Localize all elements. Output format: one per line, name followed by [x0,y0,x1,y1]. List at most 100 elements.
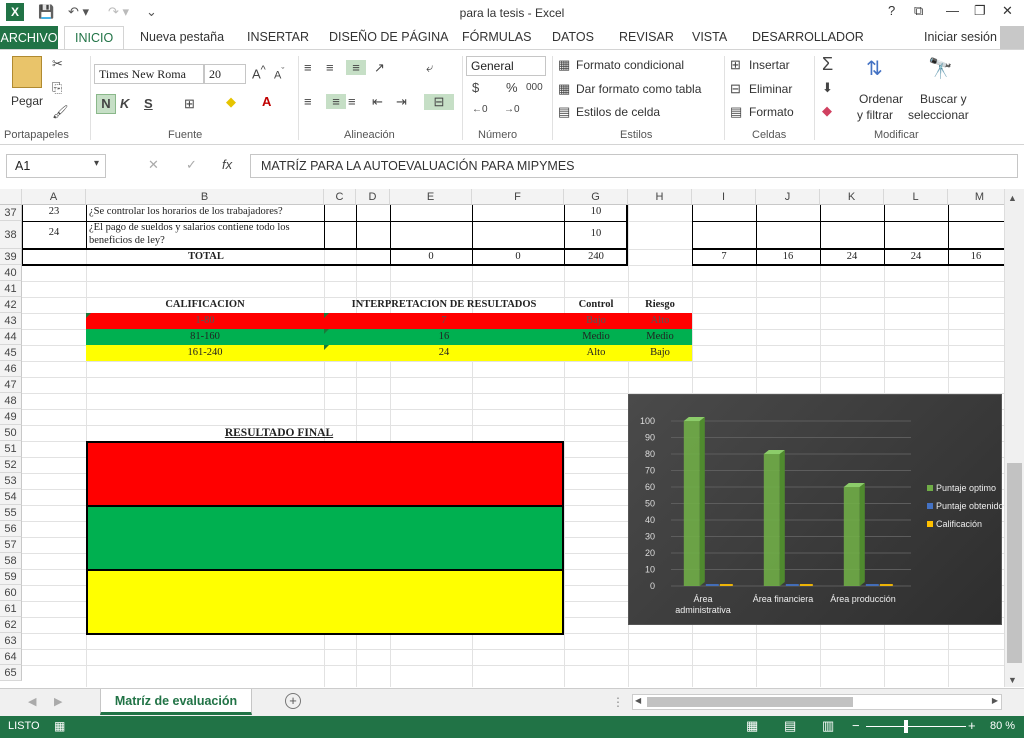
zoom-slider-thumb[interactable] [904,720,908,733]
resultado-final-title[interactable]: RESULTADO FINAL [86,427,472,439]
col-header-d[interactable]: D [356,189,390,205]
cell-k39[interactable]: 24 [820,251,884,262]
formula-input[interactable]: MATRÍZ PARA LA AUTOEVALUACIÓN PARA MIPYM… [250,154,1018,178]
col-header-g[interactable]: G [564,189,628,205]
bar-chart[interactable]: 0 10 20 30 40 50 60 70 80 90 100 Área administrativa… [628,394,1004,625]
row-header[interactable]: 52 [0,457,22,473]
cell-f39[interactable]: 0 [472,251,564,262]
increase-decimal-icon[interactable]: ←0 [472,104,488,115]
tab-view[interactable]: VISTA [692,30,727,44]
cell-e45[interactable]: 24 [324,347,564,358]
percent-icon[interactable]: % [506,80,518,95]
align-center-icon[interactable]: ≡ [326,94,346,109]
cell-h45[interactable]: Bajo [628,347,692,358]
zoom-slider[interactable] [866,726,966,727]
select-all-corner[interactable] [0,189,22,205]
align-middle-icon[interactable]: ≡ [326,60,334,75]
cell-styles-icon[interactable]: ▤ [558,104,570,120]
thousands-icon[interactable]: 000 [526,82,543,93]
row-header[interactable]: 41 [0,281,22,297]
vertical-scrollbar[interactable]: ▲ ▼ [1004,189,1024,687]
zoom-out-icon[interactable]: − [852,718,860,733]
tab-developer[interactable]: DESARROLLADOR [752,30,864,44]
conditional-format-button[interactable]: Formato condicional [576,58,684,72]
cell-l39[interactable]: 24 [884,251,948,262]
row-header[interactable]: 45 [0,345,22,361]
row-header[interactable]: 38 [0,221,22,249]
row-header[interactable]: 50 [0,425,22,441]
delete-cells-icon[interactable]: ⊟ [730,81,741,97]
insert-cells-button[interactable]: Insertar [749,58,790,72]
increase-font-icon[interactable]: A^ [252,64,266,81]
cell-g37[interactable]: 10 [564,206,628,217]
align-bottom-icon[interactable]: ≡ [346,60,366,75]
autosum-icon[interactable]: Σ [822,54,833,75]
minimize-button[interactable]: — [946,3,959,18]
cell-b45[interactable]: 161-240 [86,347,324,358]
row-header[interactable]: 51 [0,441,22,457]
find-select-button-line2[interactable]: seleccionar [908,108,969,122]
bold-button[interactable]: N [96,94,116,114]
row-header[interactable]: 53 [0,473,22,489]
name-box-dropdown-icon[interactable]: ▾ [94,158,99,169]
page-layout-view-icon[interactable]: ▤ [784,718,796,734]
col-header-c[interactable]: C [324,189,356,205]
help-button[interactable]: ? [888,3,895,18]
format-cells-button[interactable]: Formato [749,105,794,119]
row-header[interactable]: 44 [0,329,22,345]
zoom-in-icon[interactable]: + [968,718,976,733]
cell-b38-line1[interactable]: ¿El pago de sueldos y salarios contiene … [89,222,323,233]
row-header[interactable]: 48 [0,393,22,409]
tab-page-layout[interactable]: DISEÑO DE PÁGINA [329,30,448,44]
col-header-f[interactable]: F [472,189,564,205]
sheet-tab-matriz[interactable]: Matríz de evaluación [100,689,252,715]
align-top-icon[interactable]: ≡ [304,60,312,75]
tab-new[interactable]: Nueva pestaña [140,30,224,44]
normal-view-icon[interactable]: ▦ [746,718,758,734]
zoom-level[interactable]: 80 % [990,720,1015,732]
control-header[interactable]: Control [564,299,628,310]
col-header-k[interactable]: K [820,189,884,205]
row-header[interactable]: 40 [0,265,22,281]
decrease-decimal-icon[interactable]: →0 [504,104,520,115]
horizontal-scrollbar[interactable]: ◀ ▶ [632,694,1002,710]
cell-a38[interactable]: 24 [22,227,86,238]
cell-g45[interactable]: Alto [564,347,628,358]
borders-icon[interactable]: ⊞ [184,96,195,112]
page-break-view-icon[interactable]: ▥ [822,718,834,734]
row-header[interactable]: 63 [0,633,22,649]
paste-icon[interactable] [12,56,42,88]
restore-button[interactable]: ❐ [974,3,986,19]
font-size-combo[interactable]: 20 [204,64,246,84]
avatar[interactable] [1000,26,1024,50]
col-header-l[interactable]: L [884,189,948,205]
calificacion-header[interactable]: CALIFICACIÓN [86,299,324,310]
add-sheet-button[interactable]: + [285,693,301,709]
fill-color-icon[interactable]: ◆ [226,94,236,110]
row-header[interactable]: 65 [0,665,22,681]
ribbon-display-icon[interactable]: ⧉ [914,3,923,19]
scroll-left-icon[interactable]: ◀ [635,696,641,705]
row-header[interactable]: 54 [0,489,22,505]
cell-b37[interactable]: ¿Se controlar los horarios de los trabaj… [89,206,323,217]
scroll-thumb[interactable] [1007,463,1022,663]
clear-icon[interactable]: ◆ [822,103,832,119]
cell-h44[interactable]: Medio [628,331,692,342]
cell-g39[interactable]: 240 [564,251,628,262]
sort-filter-icon[interactable]: ⇅ [866,56,883,81]
cell-j39[interactable]: 16 [756,251,820,262]
align-right-icon[interactable]: ≡ [348,94,356,109]
wrap-text-icon[interactable]: ⤶ [426,60,433,76]
cell-e44[interactable]: 16 [324,331,564,342]
format-table-button[interactable]: Dar formato como tabla [576,82,701,96]
increase-indent-icon[interactable]: ⇥ [396,94,407,110]
cancel-icon[interactable]: ✕ [148,157,159,173]
tab-home[interactable]: INICIO [64,26,125,51]
row-header[interactable]: 59 [0,569,22,585]
cell-total[interactable]: TOTAL [22,251,390,262]
scroll-up-icon[interactable]: ▲ [1008,193,1017,203]
row-header[interactable]: 60 [0,585,22,601]
row-header[interactable]: 47 [0,377,22,393]
insert-function-icon[interactable]: fx [222,157,232,172]
tab-data[interactable]: DATOS [552,30,594,44]
